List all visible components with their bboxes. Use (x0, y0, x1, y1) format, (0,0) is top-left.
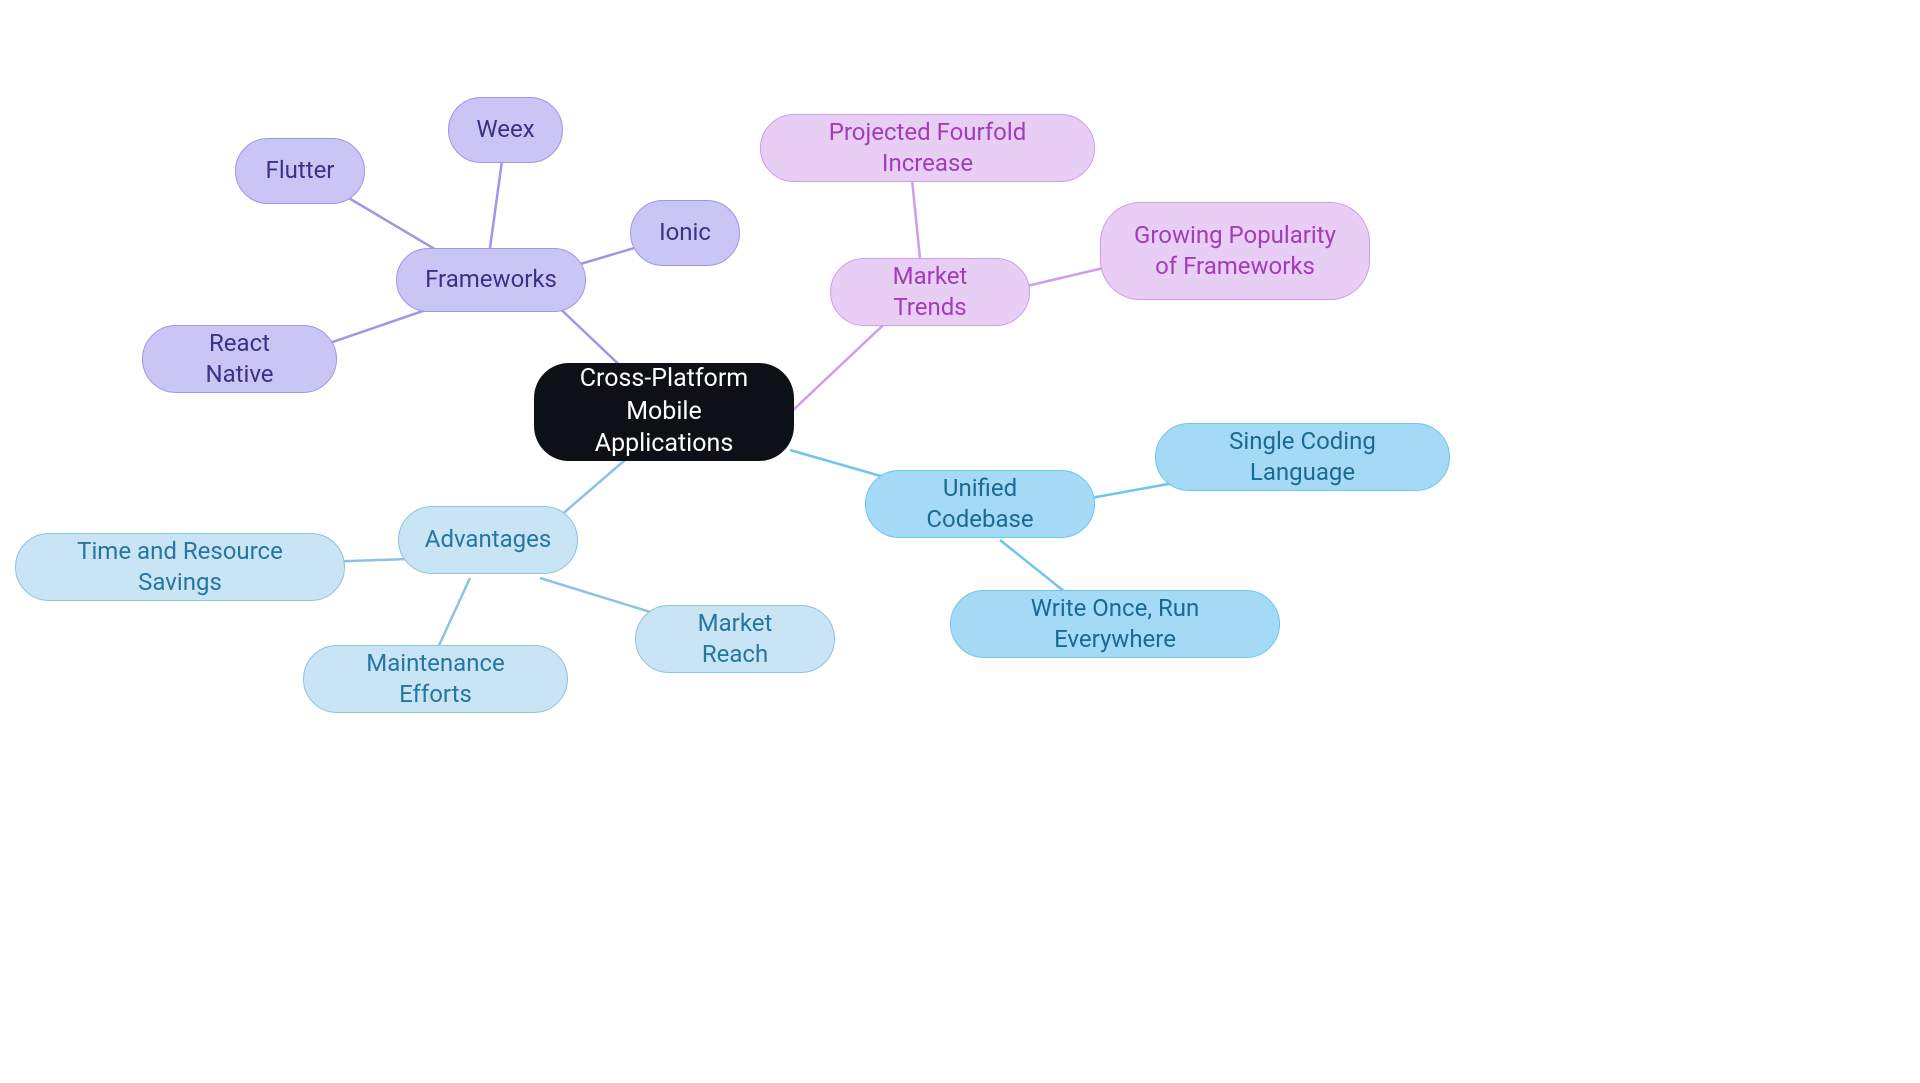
center-node: Cross-Platform Mobile Applications (534, 363, 794, 461)
maintenance-node: Maintenance Efforts (303, 645, 568, 713)
unified-codebase-label: Unified Codebase (896, 473, 1064, 535)
frameworks-node: Frameworks (396, 248, 586, 312)
single-lang-label: Single Coding Language (1186, 426, 1419, 488)
popularity-node: Growing Popularity of Frameworks (1100, 202, 1370, 300)
popularity-label: Growing Popularity of Frameworks (1131, 220, 1339, 282)
fourfold-node: Projected Fourfold Increase (760, 114, 1095, 182)
weex-label: Weex (476, 114, 534, 145)
center-label: Cross-Platform Mobile Applications (564, 363, 764, 461)
ionic-node: Ionic (630, 200, 740, 266)
market-reach-label: Market Reach (666, 608, 804, 670)
write-once-label: Write Once, Run Everywhere (981, 593, 1249, 655)
time-savings-label: Time and Resource Savings (46, 536, 314, 598)
advantages-node: Advantages (398, 506, 578, 574)
single-lang-node: Single Coding Language (1155, 423, 1450, 491)
flutter-label: Flutter (266, 155, 335, 186)
unified-codebase-node: Unified Codebase (865, 470, 1095, 538)
ionic-label: Ionic (659, 217, 711, 248)
react-native-node: React Native (142, 325, 337, 393)
time-savings-node: Time and Resource Savings (15, 533, 345, 601)
market-trends-node: Market Trends (830, 258, 1030, 326)
fourfold-label: Projected Fourfold Increase (791, 117, 1064, 179)
advantages-label: Advantages (425, 524, 551, 555)
weex-node: Weex (448, 97, 563, 163)
market-trends-label: Market Trends (861, 261, 999, 323)
frameworks-label: Frameworks (425, 264, 557, 295)
maintenance-label: Maintenance Efforts (334, 648, 537, 710)
react-native-label: React Native (173, 328, 306, 390)
market-reach-node: Market Reach (635, 605, 835, 673)
flutter-node: Flutter (235, 138, 365, 204)
write-once-node: Write Once, Run Everywhere (950, 590, 1280, 658)
